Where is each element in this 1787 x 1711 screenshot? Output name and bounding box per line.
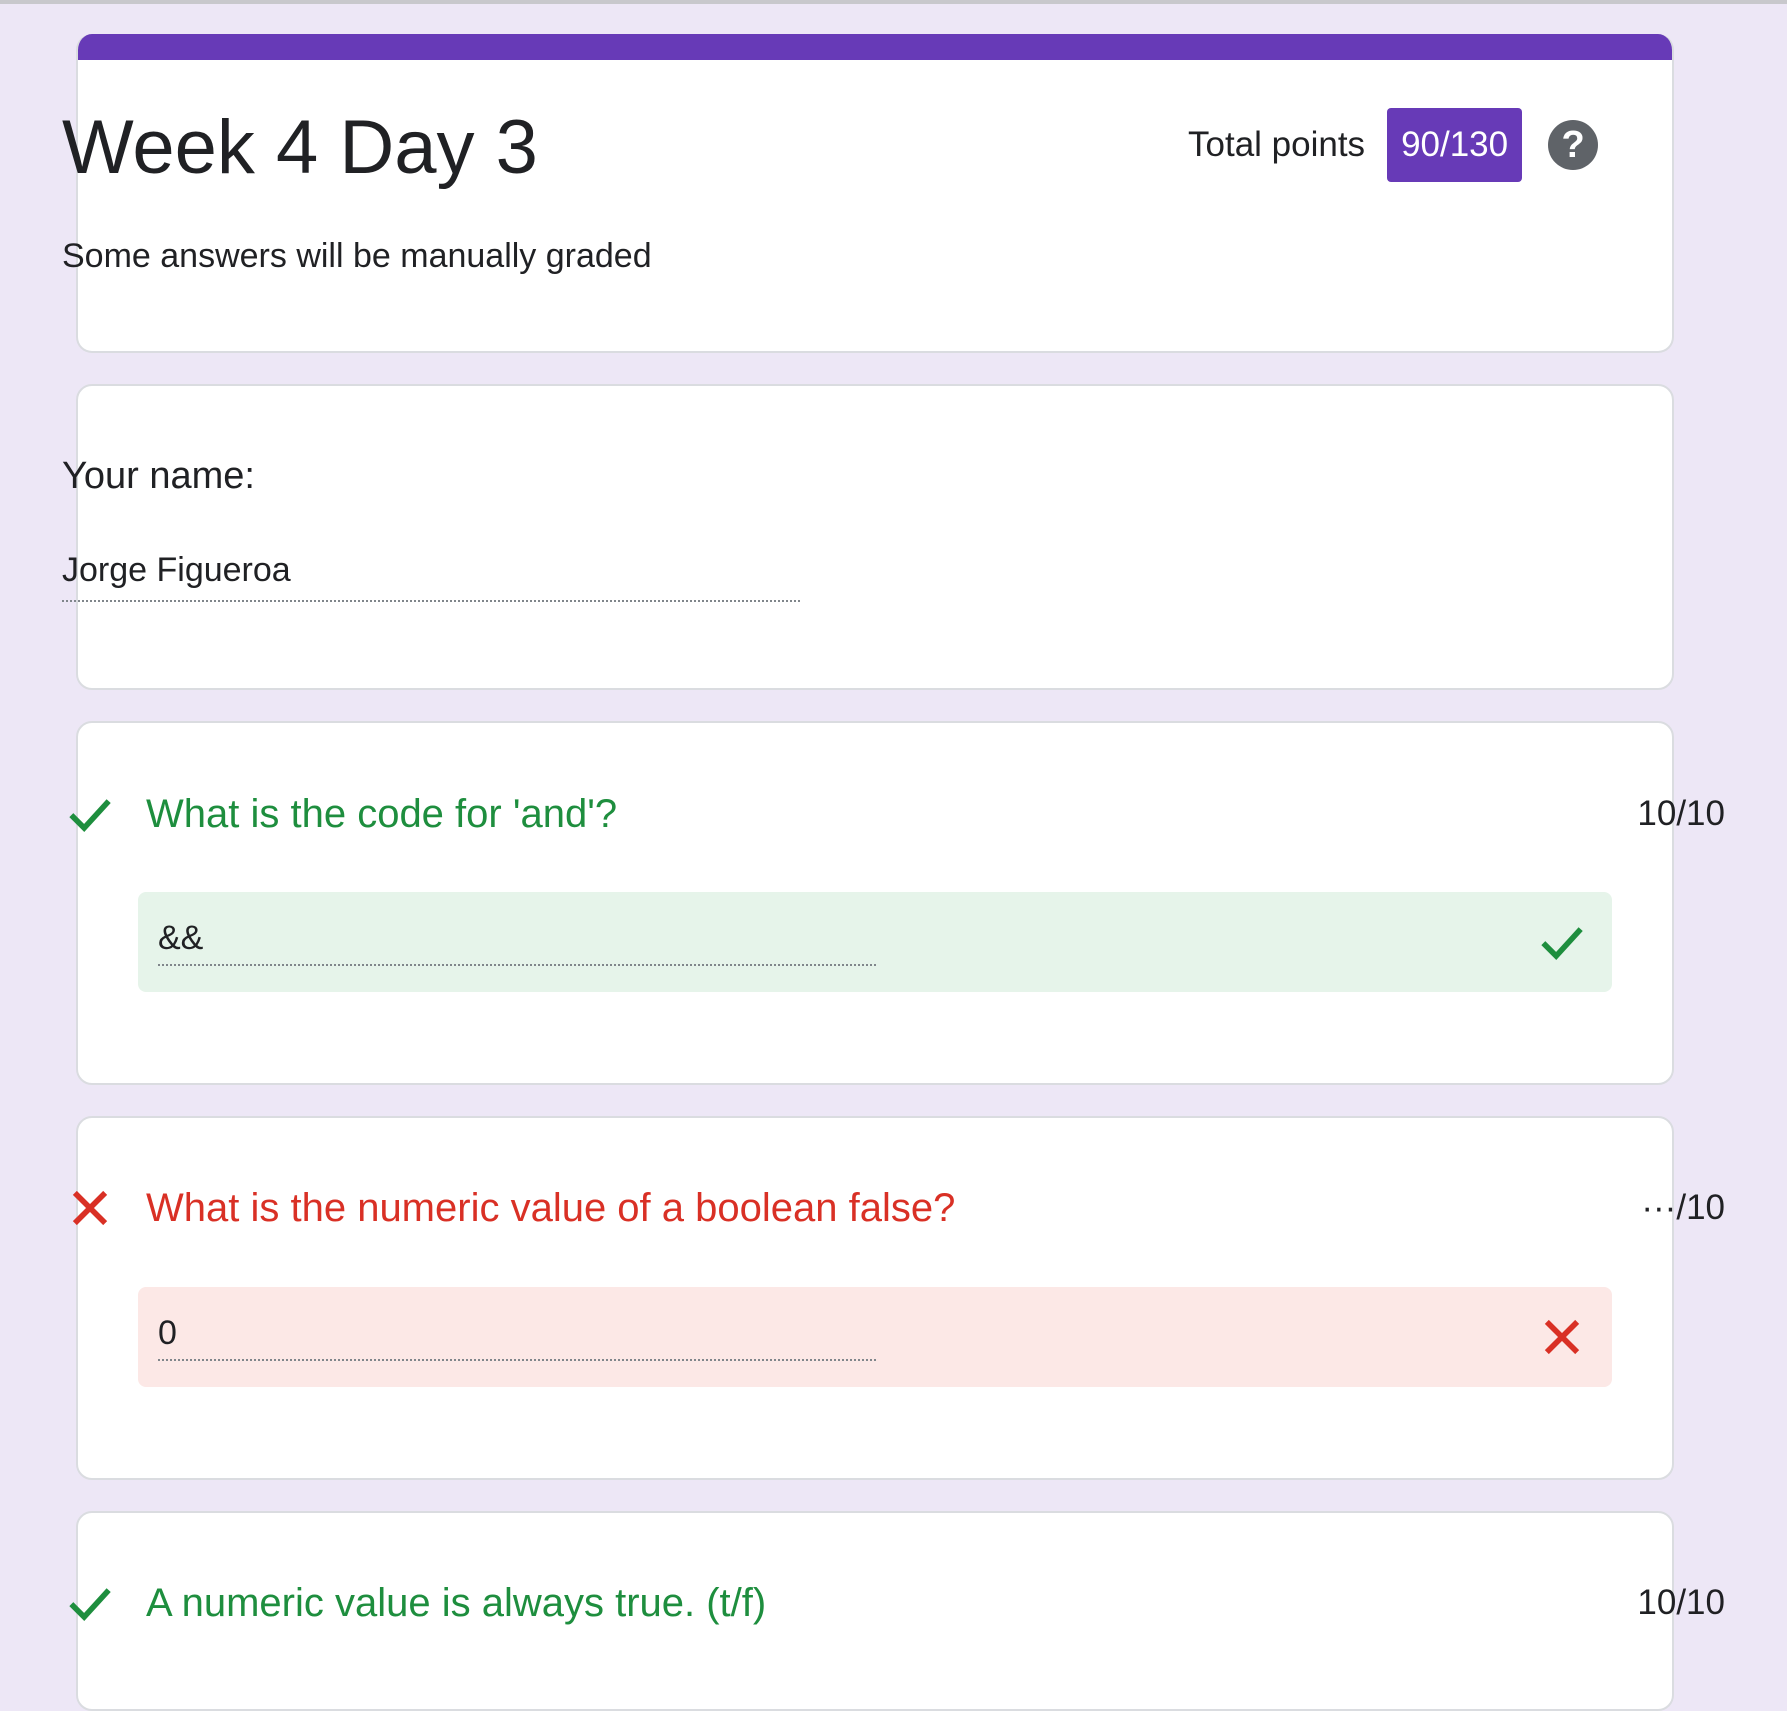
name-question-label: Your name: xyxy=(62,455,255,497)
question-score: 10/10 xyxy=(1637,794,1725,833)
answer-box-incorrect: 0 xyxy=(138,1287,1612,1387)
check-icon xyxy=(69,799,111,833)
answer-value: 0 xyxy=(158,1313,876,1361)
answer-box-correct: && xyxy=(138,892,1612,992)
theme-accent-bar xyxy=(78,34,1672,60)
question-title: A numeric value is always true. (t/f) xyxy=(146,1580,767,1625)
question-score: ···/10 xyxy=(1641,1188,1725,1227)
question-score: 10/10 xyxy=(1637,1583,1725,1622)
browser-top-border xyxy=(0,0,1787,4)
form-description: Some answers will be manually graded xyxy=(62,237,652,275)
name-question-card xyxy=(76,384,1674,690)
form-title: Week 4 Day 3 xyxy=(62,105,538,190)
total-points-group: Total points 90/130 ? xyxy=(1188,108,1599,182)
answer-value: && xyxy=(158,918,876,966)
name-answer: Jorge Figueroa xyxy=(62,548,800,602)
question-header-1: What is the code for 'and'? 10/10 xyxy=(62,784,1725,844)
question-header-2: What is the numeric value of a boolean f… xyxy=(62,1178,1725,1238)
check-icon xyxy=(69,1588,111,1622)
question-header-3: A numeric value is always true. (t/f) 10… xyxy=(62,1573,1725,1633)
cross-icon xyxy=(1544,1319,1580,1355)
question-title: What is the numeric value of a boolean f… xyxy=(146,1185,956,1230)
question-title: What is the code for 'and'? xyxy=(146,791,618,836)
check-icon xyxy=(1541,927,1583,961)
cross-icon xyxy=(72,1190,108,1226)
total-points-label: Total points xyxy=(1188,125,1366,164)
total-points-badge: 90/130 xyxy=(1387,108,1523,182)
help-icon[interactable]: ? xyxy=(1548,120,1599,170)
